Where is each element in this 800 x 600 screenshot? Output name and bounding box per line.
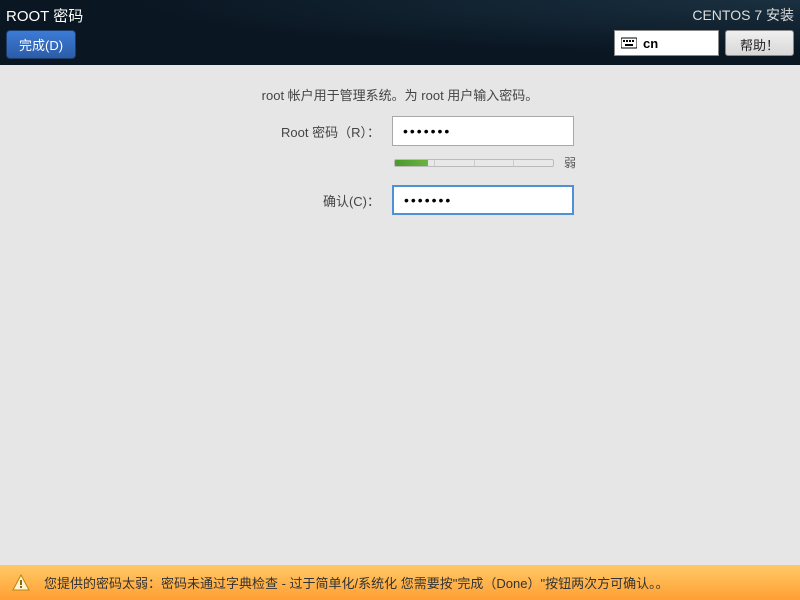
done-button[interactable]: 完成(D) xyxy=(6,30,76,59)
header-controls: cn 帮助！ xyxy=(614,30,794,56)
password-row: Root 密码（R）： xyxy=(40,116,760,146)
installer-title: CENTOS 7 安装 xyxy=(692,5,794,25)
page-title: ROOT 密码 xyxy=(6,5,83,26)
keyboard-icon xyxy=(621,37,637,49)
password-label: Root 密码（R）： xyxy=(250,122,380,141)
header-left: ROOT 密码 完成(D) xyxy=(0,0,89,65)
confirm-label: 确认(C)： xyxy=(250,191,380,210)
content: root 帐户用于管理系统。为 root 用户输入密码。 Root 密码（R）：… xyxy=(0,65,800,243)
strength-row: 弱 xyxy=(40,154,760,171)
help-button[interactable]: 帮助！ xyxy=(725,30,794,56)
strength-text: 弱 xyxy=(564,154,576,171)
confirm-row: 确认(C)： xyxy=(40,185,760,215)
root-password-input[interactable] xyxy=(392,116,574,146)
strength-segment-3 xyxy=(475,160,515,166)
strength-segment-4 xyxy=(514,160,553,166)
keyboard-layout-text: cn xyxy=(643,36,658,51)
password-strength-bar xyxy=(394,159,554,167)
confirm-password-input[interactable] xyxy=(392,185,574,215)
header: ROOT 密码 完成(D) CENTOS 7 安装 cn 帮助！ xyxy=(0,0,800,65)
warning-icon xyxy=(12,574,30,592)
strength-segment-2 xyxy=(435,160,475,166)
warning-message: 您提供的密码太弱：密码未通过字典检查 - 过于简单化/系统化 您需要按"完成（D… xyxy=(44,573,669,592)
warning-bar: 您提供的密码太弱：密码未通过字典检查 - 过于简单化/系统化 您需要按"完成（D… xyxy=(0,565,800,600)
instruction-text: root 帐户用于管理系统。为 root 用户输入密码。 xyxy=(40,85,760,104)
header-right: CENTOS 7 安装 cn 帮助！ xyxy=(608,0,800,65)
keyboard-indicator[interactable]: cn xyxy=(614,30,719,56)
strength-segment-1 xyxy=(395,160,435,166)
